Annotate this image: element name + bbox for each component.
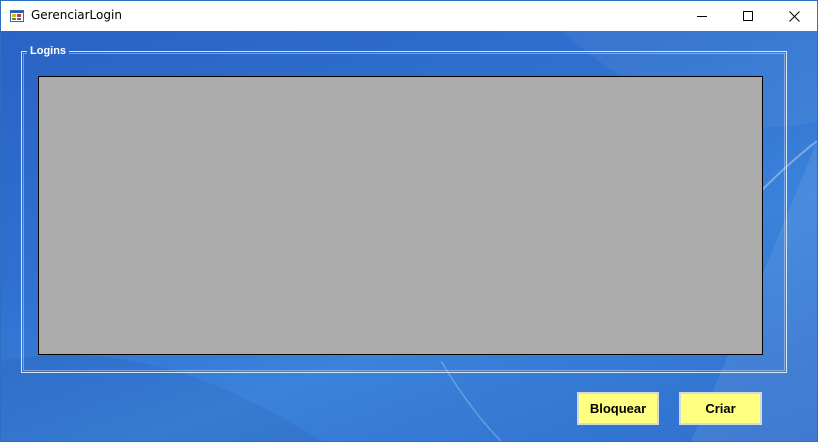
bloquear-button[interactable]: Bloquear (577, 392, 659, 425)
window-title: GerenciarLogin (31, 8, 122, 22)
close-button[interactable] (771, 1, 817, 31)
close-icon (788, 10, 800, 22)
gerenciar-login-window: GerenciarLogin Logins Bloquear Criar (0, 0, 818, 442)
title-bar[interactable]: GerenciarLogin (1, 1, 817, 31)
maximize-icon (743, 11, 753, 21)
minimize-icon (697, 16, 707, 17)
criar-button[interactable]: Criar (679, 392, 762, 425)
logins-data-grid[interactable] (38, 76, 763, 355)
form-client-area: Logins Bloquear Criar (1, 31, 817, 441)
app-icon (10, 9, 24, 23)
logins-groupbox-label: Logins (27, 45, 70, 57)
minimize-button[interactable] (679, 1, 725, 31)
maximize-button[interactable] (725, 1, 771, 31)
